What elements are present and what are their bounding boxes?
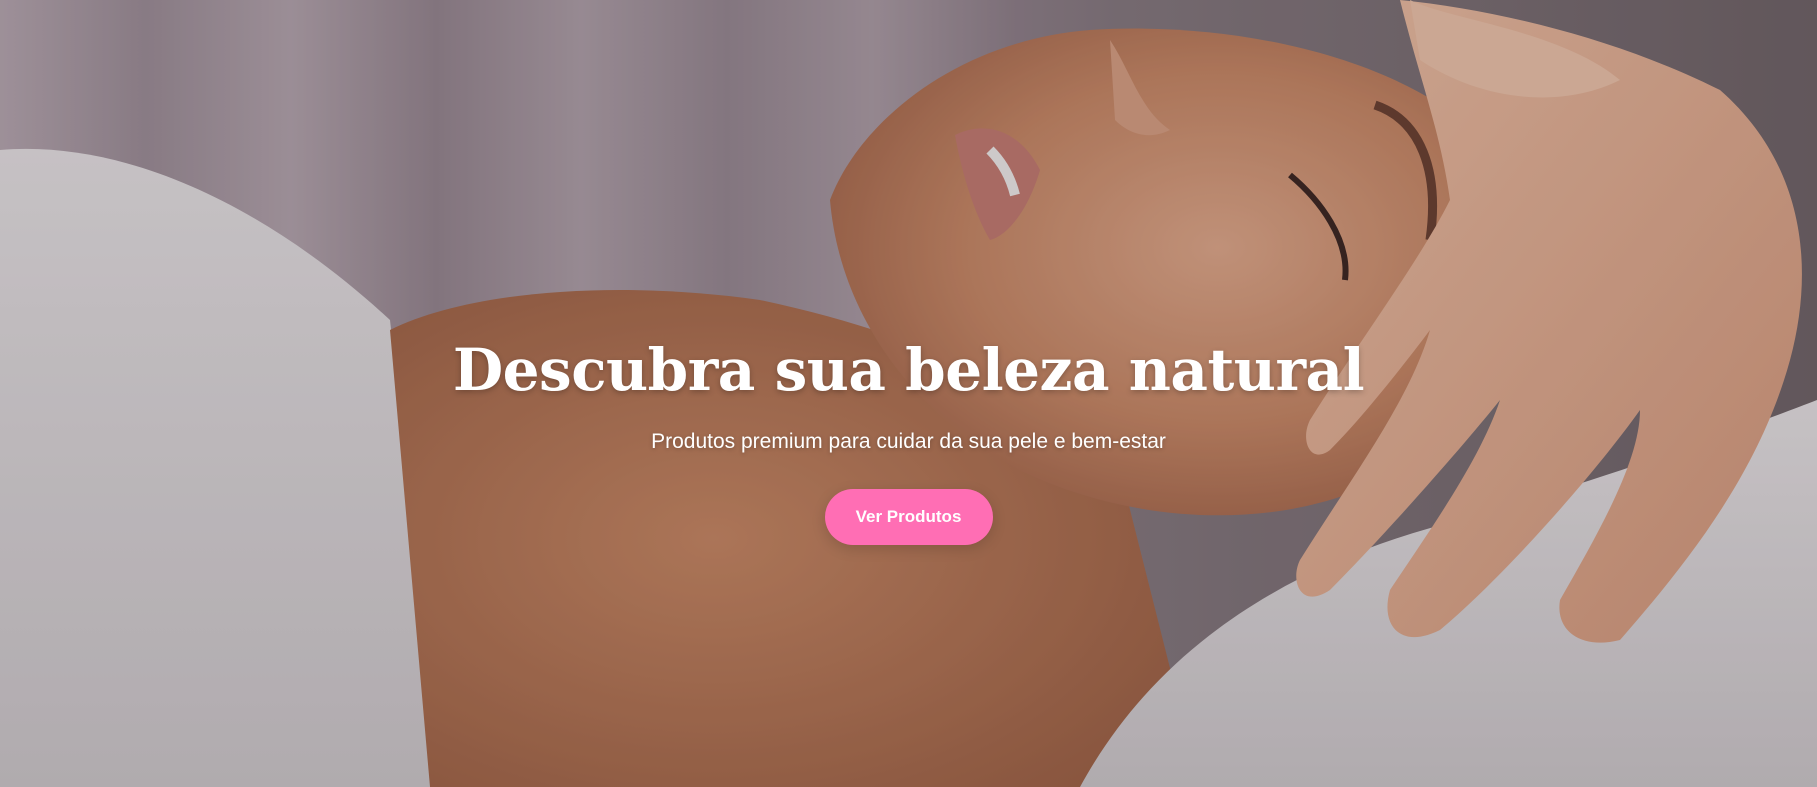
view-products-button[interactable]: Ver Produtos <box>824 489 993 545</box>
hero-title: Descubra sua beleza natural <box>452 336 1365 404</box>
hero-subtitle: Produtos premium para cuidar da sua pele… <box>651 430 1166 453</box>
hero-section: Descubra sua beleza natural Produtos pre… <box>0 0 1817 787</box>
hero-content: Descubra sua beleza natural Produtos pre… <box>0 330 1817 545</box>
